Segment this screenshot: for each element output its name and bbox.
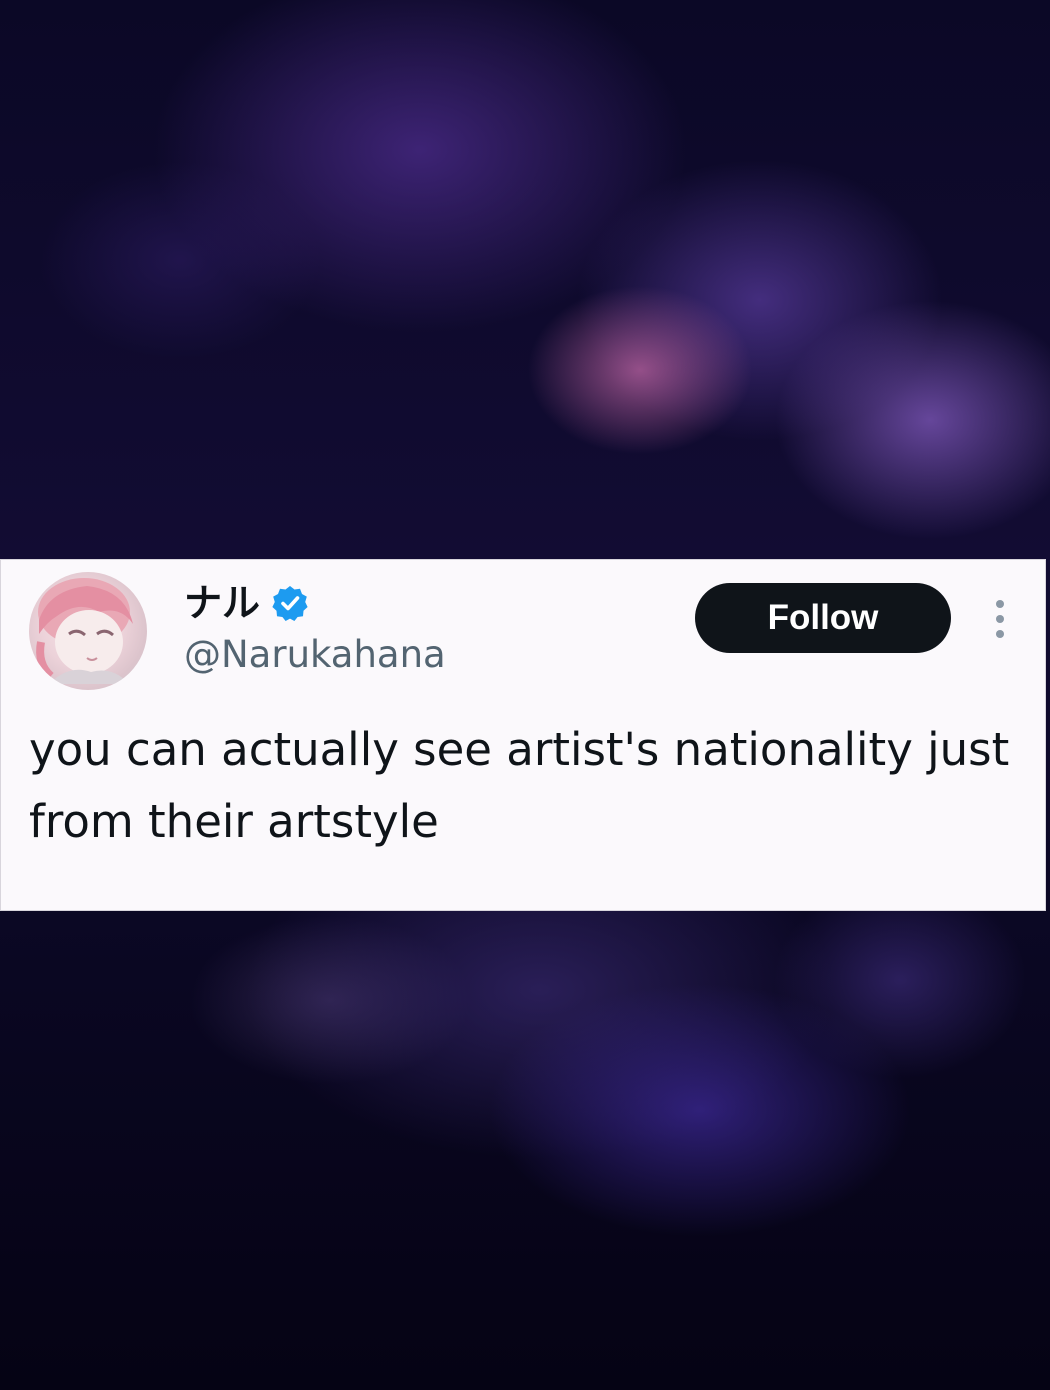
blurred-background: ナル @Narukahana Follow you can actually s… — [0, 0, 1050, 1390]
display-name-row: ナル — [184, 578, 308, 628]
verified-badge-icon — [272, 585, 308, 621]
display-name[interactable]: ナル — [184, 578, 260, 628]
avatar-illustration — [36, 578, 133, 684]
follow-button[interactable]: Follow — [695, 583, 951, 653]
profile-avatar[interactable] — [29, 572, 147, 690]
tweet-text: you can actually see artist's nationalit… — [29, 723, 1010, 848]
more-options-icon[interactable] — [986, 596, 1014, 642]
user-handle[interactable]: @Narukahana — [184, 632, 446, 678]
tweet-card[interactable]: ナル @Narukahana Follow you can actually s… — [0, 559, 1046, 911]
